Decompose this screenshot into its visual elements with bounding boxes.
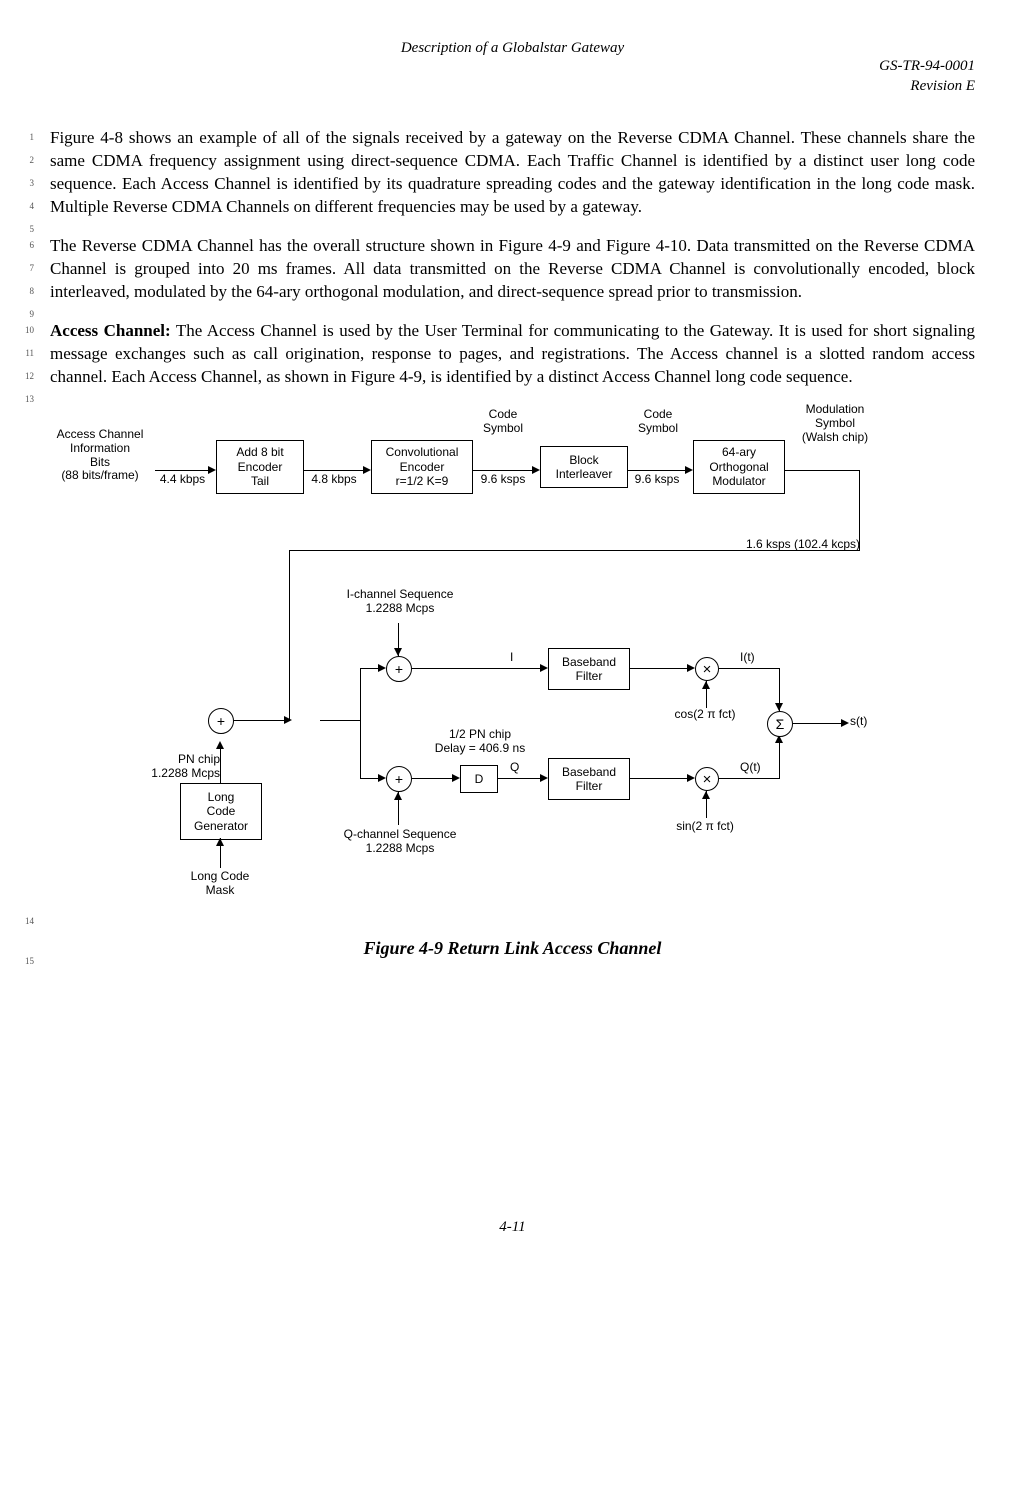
figure-caption: Figure 4-9 Return Link Access Channel	[50, 938, 975, 959]
box-encoder-tail: Add 8 bit Encoder Tail	[216, 440, 304, 494]
line-numbers: 6 7 8 9	[12, 234, 34, 326]
box-bbf-q: Baseband Filter	[548, 758, 630, 800]
i-label: I	[510, 651, 513, 665]
header-title: Description of a Globalstar Gateway	[50, 40, 975, 57]
code-symbol-2: Code Symbol	[627, 408, 689, 436]
header-docnum: GS-TR-94-0001	[50, 57, 975, 77]
qt-label: Q(t)	[740, 761, 761, 775]
delay-label: 1/2 PN chip Delay = 406.9 ns	[410, 728, 550, 756]
page-number: 4-11	[50, 1219, 975, 1236]
q-label: Q	[510, 761, 519, 775]
source-label: Access Channel Information Bits (88 bits…	[45, 428, 155, 483]
para3-body: The Access Channel is used by the User T…	[50, 321, 975, 386]
line-numbers: 10 11 12 13	[12, 319, 34, 411]
box-delay: D	[460, 765, 498, 793]
para-1-container: 1 2 3 4 5 Figure 4-8 shows an example of…	[50, 126, 975, 218]
adder-1: +	[208, 708, 234, 734]
ichan-seq: I-channel Sequence 1.2288 Mcps	[330, 588, 470, 616]
box-conv-encoder: Convolutional Encoder r=1/2 K=9	[371, 440, 473, 494]
figure-diagram: Access Channel Information Bits (88 bits…	[40, 408, 940, 928]
box-bbf-i: Baseband Filter	[548, 648, 630, 690]
header-revision: Revision E	[50, 77, 975, 97]
long-code-mask: Long Code Mask	[180, 870, 260, 898]
content-area: 1 2 3 4 5 Figure 4-8 shows an example of…	[50, 126, 975, 959]
qchan-seq: Q-channel Sequence 1.2288 Mcps	[330, 828, 470, 856]
line-number-fig: 14	[12, 910, 34, 933]
rate2: 4.8 kbps	[303, 473, 365, 487]
caption-container: 14 15 Figure 4-9 Return Link Access Chan…	[50, 938, 975, 959]
rate4: 9.6 ksps	[627, 473, 687, 487]
page-header: Description of a Globalstar Gateway GS-T…	[50, 40, 975, 96]
pn-chip: PN chip 1.2288 Mcps	[140, 753, 220, 781]
para-2: The Reverse CDMA Channel has the overall…	[50, 234, 975, 303]
para3-leadin: Access Channel:	[50, 321, 171, 340]
para-3-container: 10 11 12 13 Access Channel: The Access C…	[50, 319, 975, 388]
line-numbers: 1 2 3 4 5	[12, 126, 34, 241]
sin-label: sin(2 π fct)	[660, 820, 750, 834]
st-label: s(t)	[850, 715, 867, 729]
para-1: Figure 4-8 shows an example of all of th…	[50, 126, 975, 218]
line-number-caption: 15	[12, 950, 34, 973]
para-2-container: 6 7 8 9 The Reverse CDMA Channel has the…	[50, 234, 975, 303]
rate1: 4.4 kbps	[155, 473, 210, 487]
box-interleaver: Block Interleaver	[540, 446, 628, 488]
box-64ary: 64-ary Orthogonal Modulator	[693, 440, 785, 494]
cos-label: cos(2 π fct)	[660, 708, 750, 722]
box-longcode: Long Code Generator	[180, 783, 262, 840]
para-3: Access Channel: The Access Channel is us…	[50, 319, 975, 388]
mod-symbol-label: Modulation Symbol (Walsh chip)	[790, 403, 880, 444]
summer: Σ	[767, 711, 793, 737]
it-label: I(t)	[740, 651, 755, 665]
mult-q: ×	[695, 767, 719, 791]
adder-q: +	[386, 766, 412, 792]
rate3: 9.6 ksps	[472, 473, 534, 487]
code-symbol-1: Code Symbol	[472, 408, 534, 436]
mult-i: ×	[695, 657, 719, 681]
adder-i: +	[386, 656, 412, 682]
